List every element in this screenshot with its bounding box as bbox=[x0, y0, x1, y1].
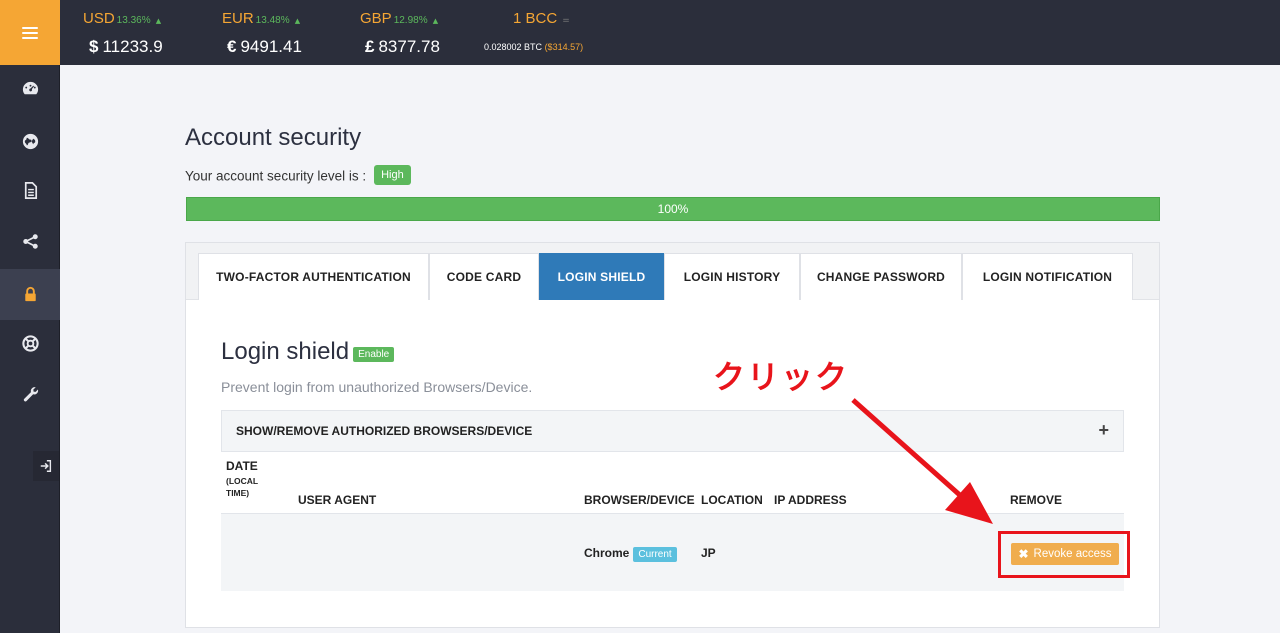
click-annotation: クリック bbox=[713, 358, 850, 396]
sidebar-item-settings[interactable] bbox=[0, 369, 60, 420]
dashboard-icon bbox=[22, 81, 38, 95]
column-header-date: DATE (LOCAL TIME) bbox=[226, 459, 258, 497]
plus-icon: + bbox=[1098, 420, 1109, 440]
up-arrow-icon: ▲ bbox=[432, 17, 439, 25]
section-title: Login shield Enable bbox=[221, 338, 395, 366]
change-percent: 12.98% bbox=[393, 15, 428, 26]
security-level-label: Your account security level is : bbox=[185, 168, 367, 184]
table-row: Chrome Current JP bbox=[221, 513, 1124, 591]
highlight-box bbox=[998, 531, 1130, 578]
currency-code: EUR bbox=[222, 10, 254, 27]
tab-login-notification[interactable]: LOGIN NOTIFICATION bbox=[962, 253, 1133, 300]
rate-value: 9491.41 bbox=[240, 37, 302, 56]
column-header-ip: IP ADDRESS bbox=[774, 493, 847, 507]
tab-bar: TWO-FACTOR AUTHENTICATION CODE CARD LOGI… bbox=[186, 243, 1159, 300]
tab-change-password[interactable]: CHANGE PASSWORD bbox=[800, 253, 962, 300]
change-percent: 13.48% bbox=[255, 15, 290, 26]
btc-value: 0.028002 BTC bbox=[484, 42, 543, 52]
wrench-icon bbox=[23, 387, 38, 402]
currency-ticker: USD 13.36% ▲ $11233.9 EUR 13.48% ▲ €9491.4… bbox=[60, 0, 1280, 65]
authorized-devices-toggle[interactable]: SHOW/REMOVE AUTHORIZED BROWSERS/DEVICE + bbox=[221, 410, 1124, 452]
usd-value: ($314.57) bbox=[544, 42, 584, 52]
ticker-gbp: GBP 12.98% ▲ £8377.78 bbox=[360, 8, 440, 57]
sidebar-item-document[interactable] bbox=[0, 165, 60, 216]
hamburger-icon bbox=[22, 26, 38, 39]
share-icon bbox=[22, 234, 38, 249]
page-title: Account security bbox=[185, 124, 362, 151]
tab-two-factor[interactable]: TWO-FACTOR AUTHENTICATION bbox=[198, 253, 429, 300]
browser-cell: Chrome Current bbox=[584, 546, 677, 562]
sidebar bbox=[0, 0, 60, 633]
column-header-remove: REMOVE bbox=[1010, 493, 1063, 507]
section-title-text: Login shield bbox=[221, 338, 350, 365]
column-header-location: LOCATION bbox=[701, 493, 763, 507]
logout-button[interactable] bbox=[33, 451, 59, 481]
menu-toggle-button[interactable] bbox=[0, 0, 60, 65]
ticker-eur: EUR 13.48% ▲ €9491.41 bbox=[222, 8, 302, 57]
date-header-sub: (LOCAL bbox=[226, 476, 259, 486]
tab-login-shield[interactable]: LOGIN SHIELD bbox=[539, 253, 664, 300]
current-badge: Current bbox=[633, 547, 677, 562]
security-level-badge: High bbox=[374, 165, 411, 185]
status-badge: Enable bbox=[353, 347, 395, 363]
document-icon bbox=[24, 182, 37, 199]
globe-icon bbox=[22, 133, 38, 150]
tab-code-card[interactable]: CODE CARD bbox=[429, 253, 539, 300]
lock-icon bbox=[24, 286, 36, 302]
sidebar-item-security[interactable] bbox=[0, 269, 60, 320]
sidebar-item-support[interactable] bbox=[0, 318, 60, 369]
ticker-usd: USD 13.36% ▲ $11233.9 bbox=[83, 8, 163, 57]
currency-code: USD bbox=[83, 10, 115, 27]
change-percent: 13.36% bbox=[116, 15, 151, 26]
up-arrow-icon: ▲ bbox=[155, 17, 162, 25]
security-progress-bar: 100% bbox=[186, 197, 1160, 221]
sidebar-item-dashboard[interactable] bbox=[0, 63, 60, 114]
column-header-user-agent: USER AGENT bbox=[298, 493, 377, 507]
up-arrow-icon: ▲ bbox=[294, 17, 301, 25]
location-cell: JP bbox=[701, 546, 716, 560]
browser-name: Chrome bbox=[584, 546, 630, 560]
security-level: Your account security level is : High bbox=[185, 165, 411, 187]
date-header-label: DATE bbox=[226, 459, 258, 473]
rate-value: 11233.9 bbox=[102, 37, 163, 56]
sidebar-item-share[interactable] bbox=[0, 216, 60, 267]
ticker-bcc: 1 BCC = 0.028002 BTC ($314.57) bbox=[484, 8, 583, 52]
section-description: Prevent login from unauthorized Browsers… bbox=[221, 379, 533, 395]
equal-indicator: = bbox=[562, 16, 570, 26]
rate-value: 8377.78 bbox=[378, 37, 440, 56]
column-header-browser: BROWSER/DEVICE bbox=[584, 493, 695, 507]
currency-code: GBP bbox=[360, 10, 392, 27]
currency-symbol: £ bbox=[365, 37, 375, 56]
currency-symbol: $ bbox=[89, 37, 99, 56]
lifebuoy-icon bbox=[21, 335, 39, 352]
currency-symbol: € bbox=[227, 37, 237, 56]
toggle-label: SHOW/REMOVE AUTHORIZED BROWSERS/DEVICE bbox=[236, 424, 533, 438]
sidebar-item-globe[interactable] bbox=[0, 116, 60, 167]
date-header-sub2: TIME) bbox=[226, 488, 250, 498]
tab-login-history[interactable]: LOGIN HISTORY bbox=[664, 253, 800, 300]
logout-icon bbox=[40, 460, 52, 472]
bcc-label: 1 BCC bbox=[513, 10, 558, 27]
